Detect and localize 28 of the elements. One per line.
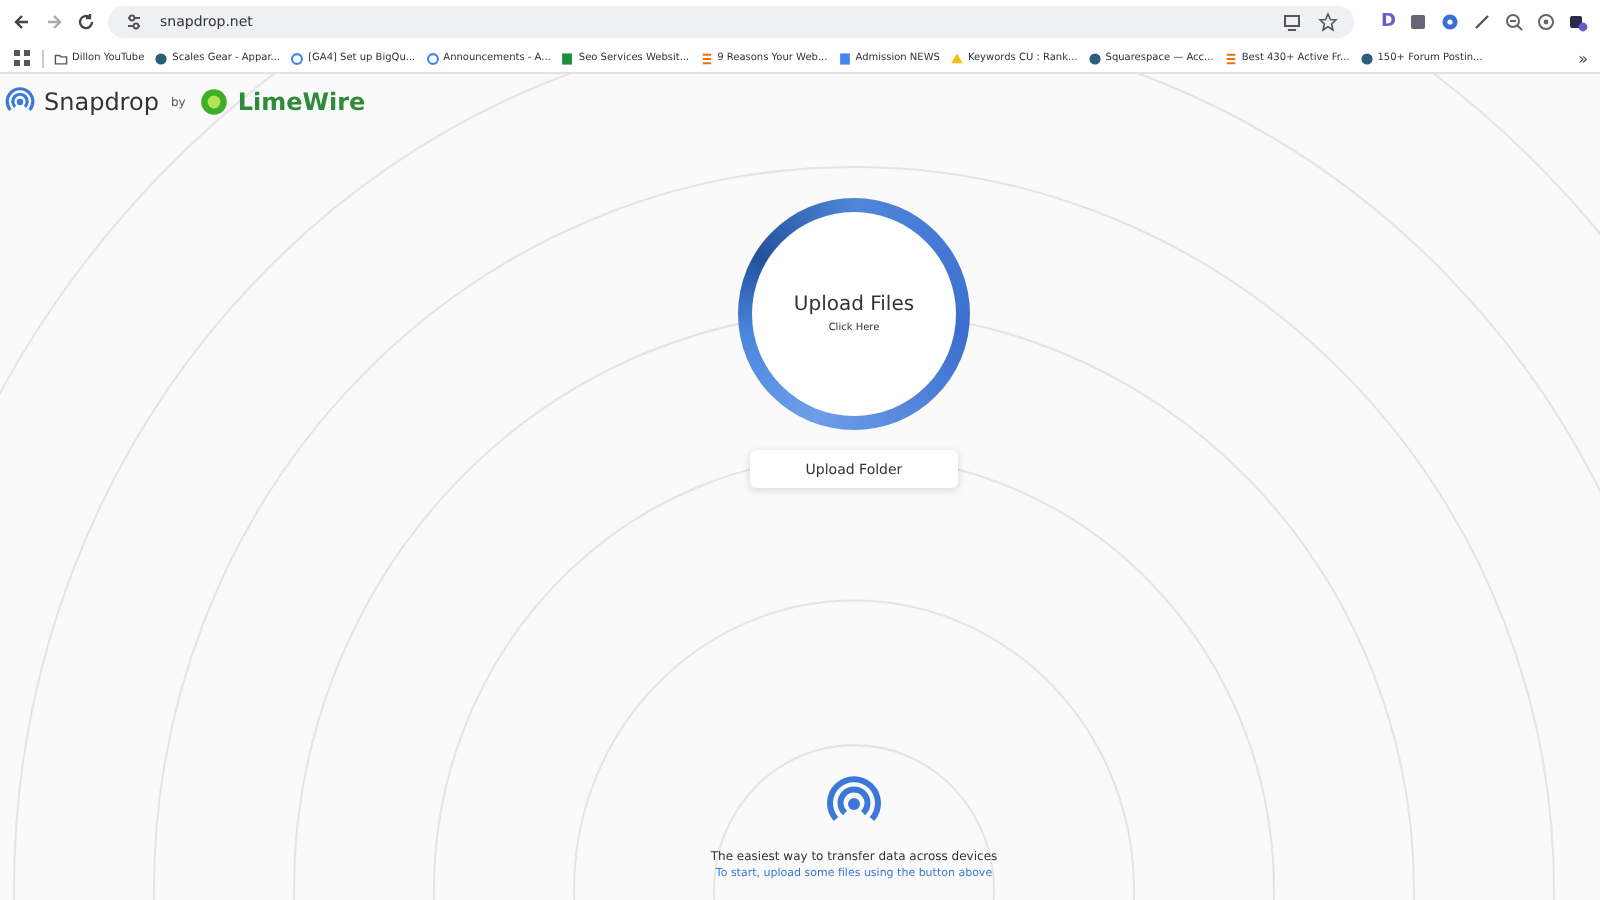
brand-name: Snapdrop <box>44 88 159 116</box>
extension-square-icon[interactable] <box>1408 12 1428 32</box>
folder-icon <box>54 51 68 65</box>
site-settings-icon[interactable] <box>124 12 144 32</box>
partner-name: LimeWire <box>237 88 366 116</box>
lime-logo-icon <box>197 86 230 118</box>
zoom-out-icon[interactable] <box>1504 12 1524 32</box>
lines-icon <box>1223 51 1238 65</box>
star-icon[interactable] <box>1317 12 1338 32</box>
extension-button[interactable]: D <box>1381 12 1396 32</box>
sheet-icon <box>560 51 575 65</box>
reload-icon[interactable] <box>76 12 96 32</box>
more-bookmarks-button[interactable]: » <box>1578 49 1588 67</box>
install-app-icon[interactable] <box>1281 12 1302 32</box>
ring-icon <box>290 51 305 65</box>
pen-icon[interactable] <box>1472 12 1492 32</box>
ring-icon <box>425 51 440 65</box>
lines-icon <box>699 51 714 65</box>
extension-circle-icon[interactable] <box>1536 12 1556 32</box>
apps-grid-icon[interactable] <box>12 48 32 68</box>
globe-icon <box>1359 51 1374 65</box>
extensions-icon[interactable] <box>1568 12 1588 32</box>
back-arrow-icon[interactable] <box>12 12 32 32</box>
globe-icon <box>1087 51 1102 65</box>
triangle-icon <box>949 51 964 65</box>
globe-icon <box>154 51 169 65</box>
document-icon <box>837 51 852 65</box>
extension-dot-icon[interactable] <box>1440 12 1460 32</box>
